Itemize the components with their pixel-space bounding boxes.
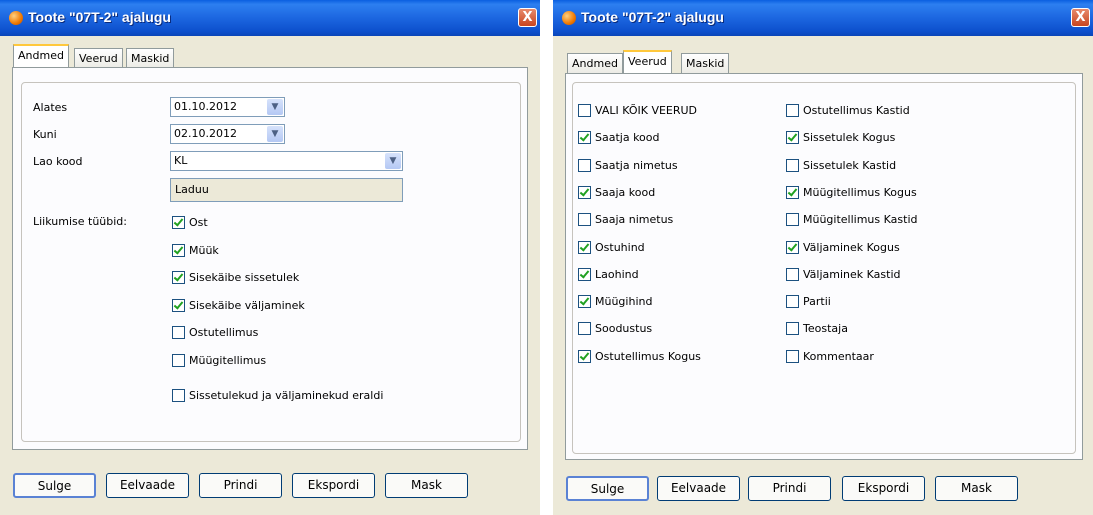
- checkbox-box[interactable]: [172, 216, 185, 229]
- checkbox-box[interactable]: [578, 267, 591, 281]
- checkbox-box[interactable]: [578, 185, 591, 199]
- close-button[interactable]: X: [518, 8, 537, 27]
- checkbox-box[interactable]: [786, 349, 799, 363]
- tab-maskid[interactable]: Maskid: [681, 53, 730, 73]
- close-button[interactable]: X: [1071, 8, 1090, 27]
- checkbox-label: Müük: [189, 243, 219, 257]
- prindi-button[interactable]: Prindi: [199, 473, 282, 498]
- checkbox-label: Sisekäibe väljaminek: [189, 298, 305, 312]
- checkbox-box[interactable]: [172, 326, 185, 339]
- alates-value: 01.10.2012: [174, 100, 237, 113]
- tab-andmed[interactable]: Andmed: [13, 44, 69, 67]
- checkbox-label: Sissetulekud ja väljaminekud eraldi: [189, 389, 384, 402]
- checkbox-label: Ostuhind: [595, 240, 645, 254]
- chevron-down-icon[interactable]: ▼: [385, 153, 401, 169]
- checkbox-label: Saatja nimetus: [595, 158, 678, 172]
- lao-kood-select[interactable]: KL ▼: [170, 151, 403, 171]
- ekspordi-button[interactable]: Ekspordi: [292, 473, 375, 498]
- checkbox-box[interactable]: [786, 213, 799, 227]
- sulge-button[interactable]: Sulge: [566, 476, 649, 501]
- mask-button[interactable]: Mask: [385, 473, 468, 498]
- checkbox-label: Müügitellimus Kastid: [803, 213, 918, 227]
- checkbox-label: Ostutellimus Kastid: [803, 104, 910, 117]
- checkbox-label: Sissetulek Kogus: [803, 131, 896, 145]
- checkbox-label: Ostutellimus: [189, 326, 259, 339]
- chevron-down-icon[interactable]: ▼: [267, 99, 283, 115]
- kuni-date-picker[interactable]: 02.10.2012 ▼: [170, 124, 285, 144]
- checkbox-label: Sissetulek Kastid: [803, 158, 897, 172]
- checkbox-box[interactable]: [786, 158, 799, 172]
- checkbox-box[interactable]: [578, 240, 591, 254]
- checkbox-box[interactable]: [172, 243, 185, 257]
- checkbox-label: Saaja nimetus: [595, 213, 674, 227]
- lao-nimi-field: Laduu: [170, 178, 403, 202]
- checkbox-label: Müügitellimus Kogus: [803, 185, 917, 199]
- eelvaade-button[interactable]: Eelvaade: [657, 476, 740, 501]
- lao-kood-value: KL: [174, 154, 188, 167]
- checkbox-label: Saatja kood: [595, 131, 660, 145]
- checkbox-box[interactable]: [578, 349, 591, 363]
- liikumise-tuubid-label: Liikumise tüübid:: [33, 215, 127, 228]
- window-title: Toote "07T-2" ajalugu: [581, 9, 724, 25]
- checkbox-box[interactable]: [786, 131, 799, 145]
- tab-andmed[interactable]: Andmed: [567, 53, 623, 73]
- chevron-down-icon[interactable]: ▼: [267, 126, 283, 142]
- checkbox-label: Laohind: [595, 267, 639, 281]
- tab-veerud[interactable]: Veerud: [623, 50, 672, 73]
- checkbox-box[interactable]: [578, 158, 591, 172]
- checkbox-box[interactable]: [172, 298, 185, 312]
- ekspordi-button[interactable]: Ekspordi: [842, 476, 925, 501]
- sulge-button[interactable]: Sulge: [13, 473, 96, 498]
- checkbox-label: Kommentaar: [803, 349, 874, 363]
- checkbox-box[interactable]: [172, 353, 185, 367]
- alates-label: Alates: [33, 101, 68, 114]
- checkbox-label: Soodustus: [595, 322, 653, 336]
- history-dialog-veerud: Toote "07T-2" ajalugu X Andmed Veerud Ma…: [553, 0, 1093, 515]
- checkbox-box[interactable]: [172, 271, 185, 284]
- checkbox-box[interactable]: [578, 295, 591, 309]
- checkbox-label: Müügitellimus: [189, 353, 267, 367]
- checkbox-box[interactable]: [786, 322, 799, 336]
- checkbox-label: Väljaminek Kogus: [803, 240, 900, 254]
- eelvaade-button[interactable]: Eelvaade: [106, 473, 189, 498]
- checkbox-box[interactable]: [786, 240, 799, 254]
- window-title: Toote "07T-2" ajalugu: [28, 9, 171, 25]
- mask-button[interactable]: Mask: [935, 476, 1018, 501]
- checkbox-label: Teostaja: [803, 322, 848, 336]
- kuni-label: Kuni: [33, 128, 57, 141]
- checkbox-label: Ost: [189, 216, 208, 229]
- checkbox-box[interactable]: [786, 267, 799, 281]
- kuni-value: 02.10.2012: [174, 127, 237, 140]
- checkbox-label: Müügihind: [595, 295, 653, 309]
- checkbox-box[interactable]: [578, 322, 591, 336]
- alates-date-picker[interactable]: 01.10.2012 ▼: [170, 97, 285, 117]
- checkbox-box[interactable]: [786, 104, 799, 117]
- checkbox-box[interactable]: [578, 104, 591, 117]
- history-dialog-andmed: Toote "07T-2" ajalugu X Andmed Veerud Ma…: [0, 0, 540, 515]
- checkbox-label: Sisekäibe sissetulek: [189, 271, 300, 284]
- app-icon: [562, 11, 576, 25]
- checkbox-box[interactable]: [786, 295, 799, 309]
- title-bar[interactable]: Toote "07T-2" ajalugu X: [553, 0, 1093, 36]
- prindi-button[interactable]: Prindi: [748, 476, 831, 501]
- checkbox-box[interactable]: [578, 131, 591, 145]
- lao-nimi-value: Laduu: [175, 183, 209, 196]
- checkbox-label: Partii: [803, 295, 831, 309]
- checkbox-label: Ostutellimus Kogus: [595, 349, 701, 363]
- checkbox-box[interactable]: [578, 213, 591, 227]
- tab-maskid[interactable]: Maskid: [126, 48, 175, 68]
- app-icon: [9, 11, 23, 25]
- checkbox-label: VALI KÕIK VEERUD: [595, 104, 698, 117]
- checkbox-box[interactable]: [172, 389, 185, 402]
- title-bar[interactable]: Toote "07T-2" ajalugu X: [0, 0, 540, 36]
- lao-kood-label: Lao kood: [33, 155, 83, 168]
- tab-veerud[interactable]: Veerud: [74, 48, 123, 68]
- checkbox-label: Väljaminek Kastid: [803, 267, 901, 281]
- checkbox-box[interactable]: [786, 185, 799, 199]
- checkbox-label: Saaja kood: [595, 185, 656, 199]
